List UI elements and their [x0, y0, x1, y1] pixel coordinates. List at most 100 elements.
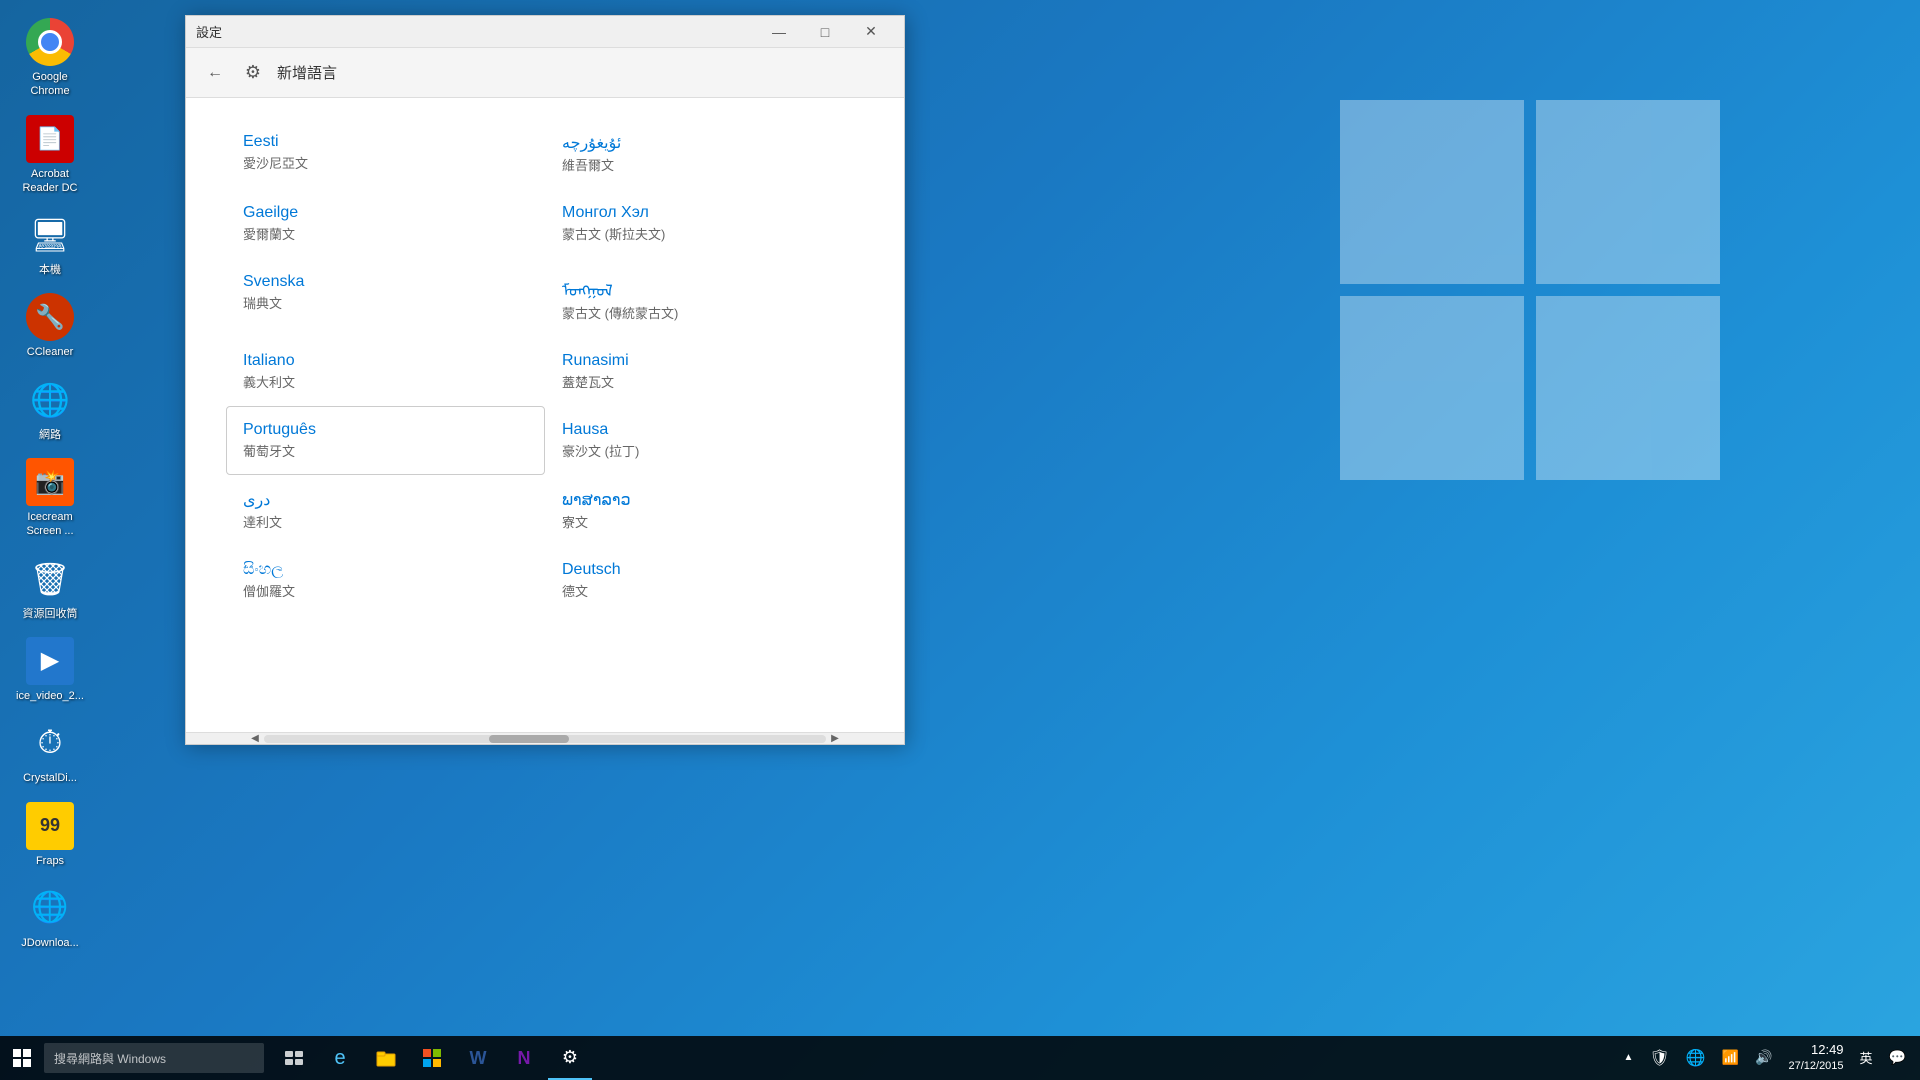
- language-native: 德文: [562, 581, 847, 600]
- language-item-hausa[interactable]: Hausa 豪沙文 (拉丁): [545, 406, 864, 475]
- scroll-track[interactable]: [264, 735, 826, 743]
- taskbar-search[interactable]: 搜尋網路與 Windows: [44, 1043, 264, 1073]
- language-name: Runasimi: [562, 352, 847, 370]
- language-item-uyghur[interactable]: ئۇيغۇرچە 維吾爾文: [545, 118, 864, 189]
- language-native: 義大利文: [243, 372, 528, 391]
- language-name: Gaeilge: [243, 204, 528, 222]
- language-item-runasimi[interactable]: Runasimi 蓋楚瓦文: [545, 337, 864, 406]
- language-item-italiano[interactable]: Italiano 義大利文: [226, 337, 545, 406]
- desktop-icon-trash[interactable]: 🗑 資源回收筒: [10, 547, 90, 629]
- language-item-eesti[interactable]: Eesti 愛沙尼亞文: [226, 118, 545, 189]
- language-item-deutsch[interactable]: Deutsch 德文: [545, 546, 864, 615]
- title-bar: 設定 — □ ✕: [186, 16, 904, 48]
- desktop-icon-icecream[interactable]: 📸 Icecream Screen ...: [10, 450, 90, 547]
- volume-icon[interactable]: 🔊: [1749, 1047, 1778, 1068]
- acrobat-label: Acrobat Reader DC: [14, 167, 86, 196]
- clock-time: 12:49: [1788, 1041, 1843, 1059]
- language-native: 豪沙文 (拉丁): [562, 441, 847, 460]
- jdownloader-label: JDownloa...: [21, 936, 78, 950]
- network-icon: 🌐: [26, 376, 74, 424]
- language-name: Italiano: [243, 352, 528, 370]
- language-name: Hausa: [562, 421, 847, 439]
- language-name: Deutsch: [562, 561, 847, 579]
- desktop-icon-chrome[interactable]: Google Chrome: [10, 10, 90, 107]
- horizontal-scrollbar[interactable]: ◀ ▶: [186, 732, 904, 744]
- crystaldi-icon: ⏱: [26, 719, 74, 767]
- maximize-button[interactable]: □: [802, 16, 848, 48]
- explorer-button[interactable]: [364, 1036, 408, 1080]
- edge-button[interactable]: e: [318, 1036, 362, 1080]
- desktop-icon-mycomputer[interactable]: 🖥 本機: [10, 203, 90, 285]
- jdownloader-icon: 🌐: [26, 884, 74, 932]
- language-native: 達利文: [243, 512, 528, 531]
- window-title: 設定: [196, 22, 756, 41]
- language-item-gaeilge[interactable]: Gaeilge 愛爾蘭文: [226, 189, 545, 258]
- language-native: 蓋楚瓦文: [562, 372, 847, 391]
- close-button[interactable]: ✕: [848, 16, 894, 48]
- settings-window: 設定 — □ ✕ ← ⚙ 新增語言 Eesti 愛沙尼亞文 ئۇيغۇرچە 維…: [185, 15, 905, 745]
- scroll-left-arrow[interactable]: ◀: [246, 733, 264, 745]
- language-item-svenska[interactable]: Svenska 瑞典文: [226, 258, 545, 337]
- language-native: 僧伽羅文: [243, 581, 528, 600]
- language-item-lao[interactable]: ພາສາລາວ 寮文: [545, 475, 864, 546]
- network-label: 網路: [39, 428, 61, 442]
- desktop-icon-fraps[interactable]: 99 Fraps: [10, 794, 90, 876]
- language-item-sinhala[interactable]: සිංහල 僧伽羅文: [226, 546, 545, 615]
- language-native: 蒙古文 (傳統蒙古文): [562, 303, 847, 322]
- desktop-icon-jdownloader[interactable]: 🌐 JDownloa...: [10, 876, 90, 958]
- desktop-icon-network[interactable]: 🌐 網路: [10, 368, 90, 450]
- icecream-icon: 📸: [26, 458, 74, 506]
- language-scroll-area[interactable]: Eesti 愛沙尼亞文 ئۇيغۇرچە 維吾爾文 Gaeilge 愛爾蘭文 М…: [186, 98, 904, 732]
- task-view-button[interactable]: [272, 1036, 316, 1080]
- crystaldi-label: CrystalDi...: [23, 771, 77, 785]
- fraps-icon: 99: [26, 802, 74, 850]
- notification-icon[interactable]: 💬: [1883, 1047, 1912, 1068]
- taskbar: 搜尋網路與 Windows e W: [0, 1036, 1920, 1080]
- globe-icon[interactable]: 🌐: [1680, 1046, 1712, 1070]
- system-tray-expand[interactable]: ▲: [1617, 1050, 1639, 1065]
- language-native: 瑞典文: [243, 293, 528, 312]
- language-item-mongolian-trad[interactable]: ᠮᠣᠩᠭᠣᠯ 蒙古文 (傳統蒙古文): [545, 258, 864, 337]
- onenote-button[interactable]: N: [502, 1036, 546, 1080]
- desktop-icon-ccleaner[interactable]: 🔧 CCleaner: [10, 285, 90, 367]
- language-name: Eesti: [243, 133, 528, 151]
- icevideo-icon: ▶: [26, 637, 74, 685]
- language-native: 葡萄牙文: [243, 441, 528, 460]
- window-controls: — □ ✕: [756, 16, 894, 48]
- language-name: Монгол Хэл: [562, 204, 847, 222]
- chrome-label: Google Chrome: [14, 70, 86, 99]
- language-item-mongolian[interactable]: Монгол Хэл 蒙古文 (斯拉夫文): [545, 189, 864, 258]
- back-button[interactable]: ←: [201, 59, 229, 87]
- clock-date: 27/12/2015: [1788, 1059, 1843, 1074]
- shield-icon[interactable]: 🛡: [1643, 1046, 1675, 1070]
- desktop-icons-container: Google Chrome 📄 Acrobat Reader DC 🖥 本機 🔧…: [0, 0, 100, 968]
- start-button[interactable]: [0, 1036, 44, 1080]
- fraps-label: Fraps: [36, 854, 64, 868]
- settings-button[interactable]: ⚙: [548, 1036, 592, 1080]
- desktop-icon-icevideo[interactable]: ▶ ice_video_2...: [10, 629, 90, 711]
- scroll-thumb[interactable]: [489, 735, 569, 743]
- ccleaner-label: CCleaner: [27, 345, 73, 359]
- page-title: 新增語言: [277, 62, 337, 83]
- search-text: 搜尋網路與 Windows: [54, 1050, 166, 1067]
- store-button[interactable]: [410, 1036, 454, 1080]
- language-name: Português: [243, 421, 528, 439]
- language-item-portuguese[interactable]: Português 葡萄牙文: [226, 406, 545, 475]
- chrome-icon: [26, 18, 74, 66]
- language-name: සිංහල: [243, 561, 528, 579]
- clock-display[interactable]: 12:49 27/12/2015: [1782, 1039, 1849, 1077]
- word-button[interactable]: W: [456, 1036, 500, 1080]
- gear-icon: ⚙: [241, 61, 265, 85]
- trash-icon: 🗑: [26, 555, 74, 603]
- language-item-dari[interactable]: دری 達利文: [226, 475, 545, 546]
- header-bar: ← ⚙ 新增語言: [186, 48, 904, 98]
- language-indicator[interactable]: 英: [1854, 1046, 1879, 1069]
- desktop-icon-crystaldi[interactable]: ⏱ CrystalDi...: [10, 711, 90, 793]
- desktop-icon-acrobat[interactable]: 📄 Acrobat Reader DC: [10, 107, 90, 204]
- minimize-button[interactable]: —: [756, 16, 802, 48]
- windows-logo-decoration: [1340, 100, 1720, 480]
- language-native: 愛爾蘭文: [243, 224, 528, 243]
- scroll-right-arrow[interactable]: ▶: [826, 733, 844, 745]
- network-status-icon[interactable]: 📶: [1716, 1047, 1745, 1068]
- start-icon: [13, 1049, 31, 1067]
